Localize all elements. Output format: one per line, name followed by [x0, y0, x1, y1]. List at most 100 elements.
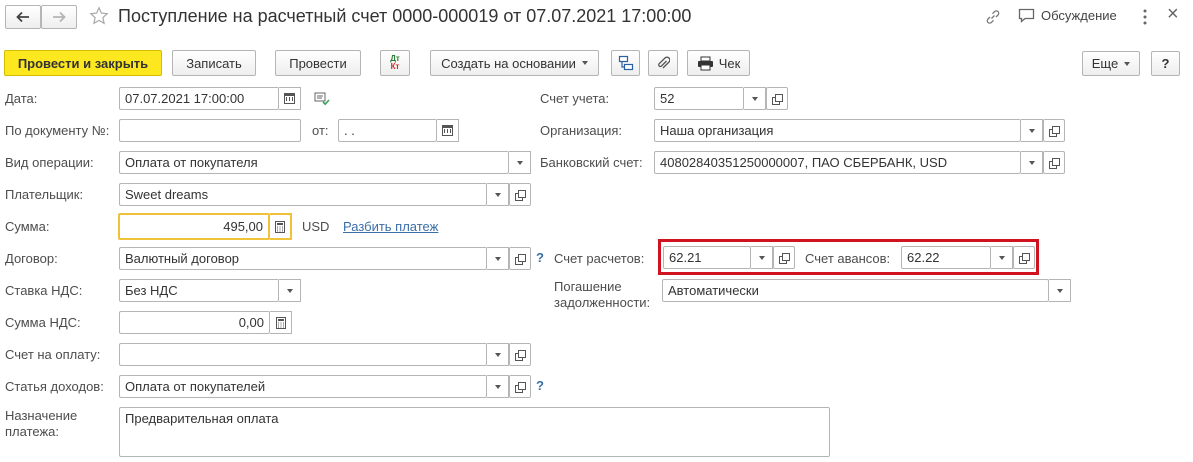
sum-calculator-button[interactable]	[270, 213, 292, 240]
operation-type-label: Вид операции:	[5, 155, 94, 170]
contract-dropdown[interactable]	[487, 247, 509, 270]
invoice-open-button[interactable]	[509, 343, 531, 366]
date-field[interactable]: 07.07.2021 17:00:00	[119, 87, 279, 110]
sum-field[interactable]: 495,00	[118, 213, 270, 240]
close-button[interactable]: ×	[1167, 3, 1179, 26]
link-icon[interactable]	[985, 9, 1001, 25]
contract-help-icon[interactable]: ?	[536, 250, 544, 265]
vat-sum-label: Сумма НДС:	[5, 315, 81, 330]
save-button[interactable]: Записать	[172, 50, 256, 76]
calculator-icon	[275, 316, 286, 329]
arrow-right-icon	[53, 11, 66, 23]
income-item-help-icon[interactable]: ?	[536, 378, 544, 393]
payer-label: Плательщик:	[5, 187, 84, 202]
bank-account-field[interactable]: 40802840351250000007, ПАО СБЕРБАНК, USD	[654, 151, 1021, 174]
advance-account-field[interactable]: 62.22	[901, 246, 991, 269]
account-field[interactable]: 52	[654, 87, 744, 110]
income-item-field[interactable]: Оплата от покупателей	[119, 375, 487, 398]
bank-account-label: Банковский счет:	[540, 155, 643, 170]
forward-button[interactable]	[41, 5, 77, 29]
split-payment-link[interactable]: Разбить платеж	[343, 219, 438, 234]
payer-open-button[interactable]	[509, 183, 531, 206]
date-calendar-button[interactable]	[279, 87, 301, 110]
debt-repayment-label-line1: Погашение	[554, 279, 622, 294]
payment-purpose-textarea[interactable]: Предварительная оплата	[119, 407, 830, 457]
organization-dropdown[interactable]	[1021, 119, 1043, 142]
from-date-field[interactable]: . .	[338, 119, 437, 142]
open-icon	[515, 189, 526, 201]
account-open-button[interactable]	[766, 87, 788, 110]
page-title: Поступление на расчетный счет 0000-00001…	[118, 6, 692, 26]
dt-kt-button[interactable]: Дт Кт	[380, 50, 410, 76]
structure-button[interactable]	[611, 50, 640, 76]
create-based-on-button[interactable]: Создать на основании	[430, 50, 599, 76]
more-button[interactable]: Еще	[1082, 51, 1140, 76]
open-icon	[1049, 157, 1060, 169]
discussion-button[interactable]: Обсуждение	[1018, 8, 1117, 23]
chevron-down-icon	[1124, 61, 1131, 66]
invoice-label: Счет на оплату:	[5, 347, 101, 362]
calendar-icon	[442, 125, 453, 136]
contract-field[interactable]: Валютный договор	[119, 247, 487, 270]
date-label: Дата:	[5, 91, 38, 106]
dt-kt-icon: Дт Кт	[390, 54, 400, 71]
chevron-down-icon	[581, 61, 588, 65]
sum-label: Сумма:	[5, 219, 50, 234]
help-button[interactable]: ?	[1151, 51, 1180, 76]
discussion-icon	[1018, 8, 1035, 23]
discussion-label: Обсуждение	[1041, 8, 1117, 23]
account-dropdown[interactable]	[744, 87, 766, 110]
history-icon[interactable]	[314, 91, 330, 106]
organization-label: Организация:	[540, 123, 623, 138]
vat-sum-field[interactable]: 0,00	[119, 311, 270, 334]
invoice-dropdown[interactable]	[487, 343, 509, 366]
doc-number-field[interactable]	[119, 119, 301, 142]
vat-rate-field[interactable]: Без НДС	[119, 279, 279, 302]
settlement-account-field[interactable]: 62.21	[663, 246, 751, 269]
printer-icon	[697, 56, 713, 70]
contract-open-button[interactable]	[509, 247, 531, 270]
debt-repayment-dropdown[interactable]	[1049, 279, 1071, 302]
paperclip-icon	[658, 56, 670, 69]
currency-label: USD	[302, 219, 330, 234]
operation-type-field[interactable]: Оплата от покупателя	[119, 151, 509, 174]
attach-button[interactable]	[648, 50, 678, 76]
payer-dropdown[interactable]	[487, 183, 509, 206]
post-button[interactable]: Провести	[275, 50, 361, 76]
open-icon	[1019, 252, 1030, 264]
contract-label: Договор:	[5, 251, 58, 266]
payer-field[interactable]: Sweet dreams	[119, 183, 487, 206]
open-icon	[515, 349, 526, 361]
open-icon	[772, 93, 783, 105]
from-date-calendar-button[interactable]	[437, 119, 459, 142]
debt-repayment-field[interactable]: Автоматически	[662, 279, 1049, 302]
bank-account-dropdown[interactable]	[1021, 151, 1043, 174]
open-icon	[515, 253, 526, 265]
star-icon[interactable]	[89, 6, 109, 26]
open-icon	[779, 252, 790, 264]
payment-purpose-label-line2: платежа:	[5, 424, 59, 439]
income-item-open-button[interactable]	[509, 375, 531, 398]
settlement-account-dropdown[interactable]	[751, 246, 773, 269]
operation-type-dropdown[interactable]	[509, 151, 531, 174]
organization-field[interactable]: Наша организация	[654, 119, 1021, 142]
invoice-field[interactable]	[119, 343, 487, 366]
settlement-account-label: Счет расчетов:	[554, 251, 645, 266]
settlement-account-open-button[interactable]	[773, 246, 795, 269]
advance-account-label: Счет авансов:	[805, 251, 891, 266]
advance-account-open-button[interactable]	[1013, 246, 1035, 269]
organization-open-button[interactable]	[1043, 119, 1065, 142]
back-button[interactable]	[5, 5, 41, 29]
bank-account-open-button[interactable]	[1043, 151, 1065, 174]
vat-sum-calculator-button[interactable]	[270, 311, 292, 334]
debt-repayment-label-line2: задолженности:	[554, 295, 651, 310]
vat-rate-dropdown[interactable]	[279, 279, 301, 302]
income-item-dropdown[interactable]	[487, 375, 509, 398]
from-label: от:	[312, 123, 329, 138]
receipt-button[interactable]: Чек	[687, 50, 750, 76]
more-vertical-icon[interactable]	[1142, 8, 1148, 26]
arrow-left-icon	[16, 11, 29, 23]
post-and-close-button[interactable]: Провести и закрыть	[4, 50, 162, 76]
advance-account-dropdown[interactable]	[991, 246, 1013, 269]
payment-purpose-label-line1: Назначение	[5, 408, 78, 423]
